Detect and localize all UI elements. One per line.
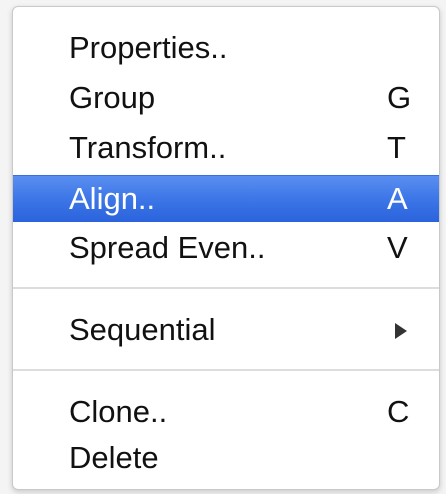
menu-item-shortcut: T <box>387 130 406 165</box>
menu-item-sequential[interactable]: Sequential <box>13 307 439 353</box>
menu-separator <box>13 369 439 371</box>
menu-item-label: Clone.. <box>69 394 168 429</box>
menu-item-align[interactable]: Align.. A <box>13 175 439 222</box>
menu-item-shortcut: G <box>387 80 412 115</box>
menu-item-spread-even[interactable]: Spread Even.. V <box>13 225 439 271</box>
menu-item-label: Align.. <box>69 181 156 216</box>
menu-item-label: Sequential <box>69 312 216 347</box>
menu-separator <box>13 287 439 289</box>
menu-item-delete[interactable]: Delete <box>13 435 439 481</box>
menu-item-shortcut: A <box>387 181 408 216</box>
context-menu: Properties.. Group G Transform.. T Align… <box>12 6 440 490</box>
menu-item-transform[interactable]: Transform.. T <box>13 125 439 171</box>
submenu-arrow-icon <box>395 323 407 339</box>
menu-item-label: Delete <box>69 440 159 475</box>
menu-item-shortcut: C <box>387 394 410 429</box>
menu-item-shortcut: V <box>387 230 408 265</box>
menu-item-label: Spread Even.. <box>69 230 266 265</box>
menu-item-label: Group <box>69 80 156 115</box>
menu-item-properties[interactable]: Properties.. <box>13 25 439 71</box>
menu-item-label: Properties.. <box>69 30 228 65</box>
menu-item-group[interactable]: Group G <box>13 75 439 121</box>
menu-item-clone[interactable]: Clone.. C <box>13 389 439 435</box>
menu-item-label: Transform.. <box>69 130 227 165</box>
